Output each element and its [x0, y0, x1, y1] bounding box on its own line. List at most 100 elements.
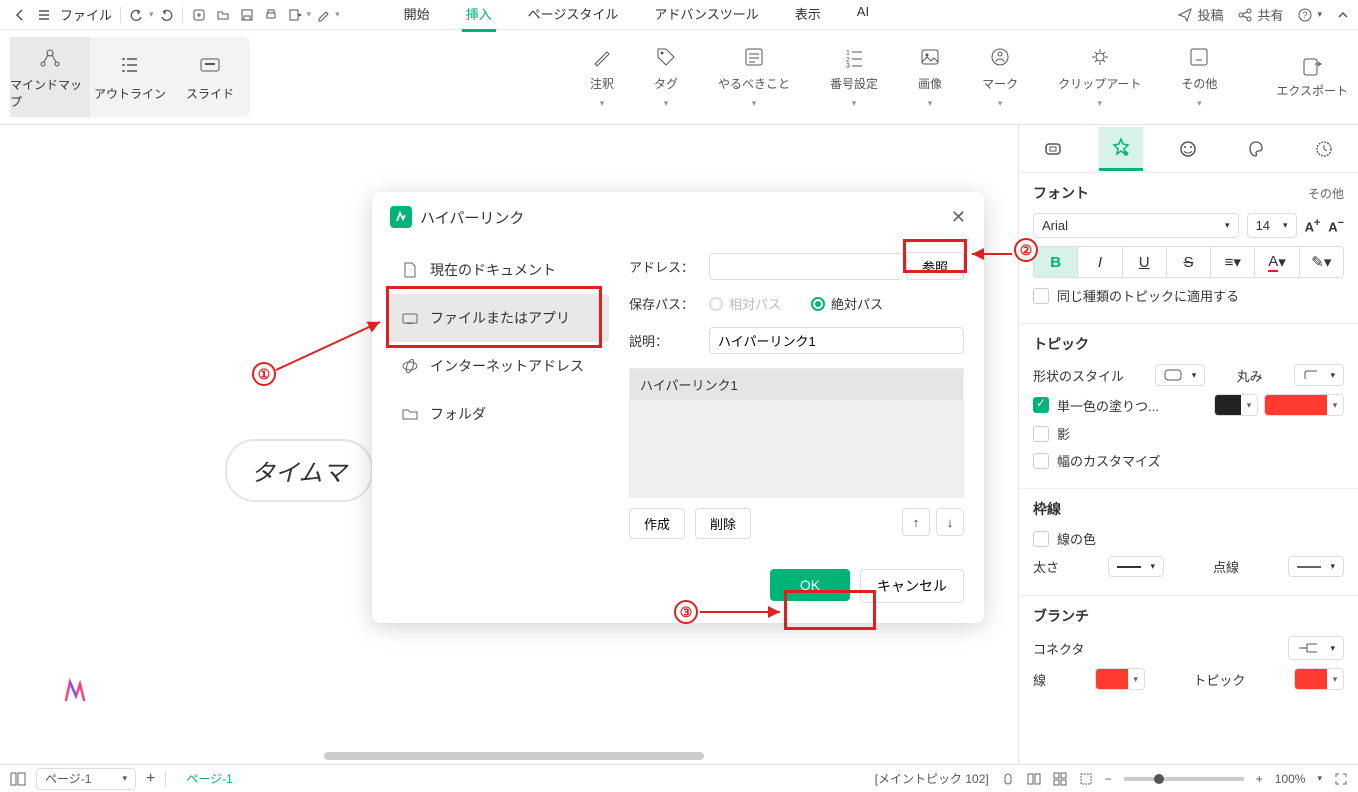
right-panel: › フォントその他 Arial▾ 14▾ A+ A− B I U S ≡▾ A▾…	[1018, 125, 1358, 764]
grid-icon[interactable]	[1053, 772, 1067, 786]
main-topic[interactable]: タイムマ	[225, 439, 373, 502]
mouse-icon[interactable]	[1001, 772, 1015, 786]
move-down-icon[interactable]: ↓	[936, 508, 964, 536]
horizontal-scrollbar[interactable]	[324, 752, 704, 760]
address-input[interactable]	[709, 253, 902, 280]
zoom-value[interactable]: 100%	[1275, 772, 1306, 786]
fit-icon[interactable]	[1079, 772, 1093, 786]
tab-current-doc[interactable]: 現在のドキュメント	[388, 246, 609, 294]
panel-tab-icon[interactable]	[1166, 127, 1210, 171]
edit-menu-icon[interactable]	[311, 3, 335, 27]
link-list-item[interactable]: ハイパーリンク1	[630, 369, 963, 400]
roundness-select[interactable]: ▾	[1294, 364, 1344, 386]
share-button[interactable]: 共有	[1237, 5, 1283, 24]
ok-button[interactable]: OK	[770, 569, 850, 601]
zoom-out-icon[interactable]: −	[1105, 772, 1112, 786]
panel-tab-layout[interactable]	[1031, 127, 1075, 171]
highlight-button[interactable]: ✎▾	[1300, 247, 1343, 277]
tab-view[interactable]: 表示	[791, 0, 825, 32]
tab-start[interactable]: 開始	[400, 0, 434, 32]
ribbon-todo[interactable]: やるべきこと▾	[718, 45, 790, 109]
thickness-select[interactable]: ▾	[1108, 556, 1164, 577]
ribbon-tag[interactable]: タグ▾	[654, 45, 678, 109]
bold-button[interactable]: B	[1034, 247, 1078, 277]
font-size-select[interactable]: 14▾	[1247, 213, 1297, 238]
view-outline[interactable]: アウトライン	[90, 37, 170, 117]
font-color-button[interactable]: A▾	[1255, 247, 1299, 277]
shape-style-select[interactable]: ▾	[1155, 364, 1205, 386]
top-toolbar: ファイル ▾ ▾ ▾ 開始 挿入 ページスタイル アドバンスツール 表示 AI …	[0, 0, 1358, 30]
new-icon[interactable]	[187, 3, 211, 27]
branch-line-color[interactable]: ▾	[1095, 668, 1145, 690]
strike-button[interactable]: S	[1167, 247, 1211, 277]
tab-insert[interactable]: 挿入	[462, 0, 496, 32]
undo-icon[interactable]	[125, 3, 149, 27]
align-button[interactable]: ≡▾	[1211, 247, 1255, 277]
close-icon[interactable]: ✕	[951, 207, 966, 228]
view-slide[interactable]: スライド	[170, 37, 250, 117]
tab-folder[interactable]: フォルダ	[388, 390, 609, 438]
fill-color-2[interactable]: ▾	[1264, 394, 1344, 416]
fill-color-1[interactable]: ▾	[1214, 394, 1258, 416]
collapse-ribbon-icon[interactable]	[1336, 8, 1350, 22]
fill-checkbox[interactable]	[1033, 397, 1049, 413]
description-input[interactable]	[709, 327, 964, 354]
font-family-select[interactable]: Arial▾	[1033, 213, 1239, 238]
line-color-checkbox[interactable]	[1033, 531, 1049, 547]
create-button[interactable]: 作成	[629, 508, 685, 539]
add-page-icon[interactable]: +	[146, 770, 155, 788]
page-select[interactable]: ページ-1▾	[36, 768, 136, 790]
apply-same-checkbox[interactable]	[1033, 288, 1049, 304]
ribbon-clipart[interactable]: クリップアート▾	[1058, 45, 1141, 109]
save-icon[interactable]	[235, 3, 259, 27]
panel-tab-history[interactable]	[1302, 127, 1346, 171]
menu-icon[interactable]	[32, 3, 56, 27]
page-tab[interactable]: ページ-1	[176, 766, 242, 791]
tab-internet[interactable]: インターネットアドレス	[388, 342, 609, 390]
print-icon[interactable]	[259, 3, 283, 27]
tab-pagestyle[interactable]: ページスタイル	[524, 0, 623, 32]
tab-advanced[interactable]: アドバンスツール	[650, 0, 762, 32]
font-decrease-icon[interactable]: A−	[1328, 217, 1344, 234]
cancel-button[interactable]: キャンセル	[860, 569, 964, 603]
branch-topic-color[interactable]: ▾	[1294, 668, 1344, 690]
view-mindmap[interactable]: マインドマップ	[10, 37, 90, 117]
pages-panel-icon[interactable]	[10, 772, 26, 786]
ribbon-mark[interactable]: マーク▾	[982, 45, 1018, 109]
zoom-slider[interactable]	[1124, 777, 1244, 781]
italic-button[interactable]: I	[1078, 247, 1122, 277]
tab-ai[interactable]: AI	[853, 0, 873, 32]
shadow-checkbox[interactable]	[1033, 426, 1049, 442]
ribbon-numbering[interactable]: 123番号設定▾	[830, 45, 878, 109]
absolute-radio[interactable]	[811, 297, 825, 311]
panel-tab-style[interactable]	[1099, 127, 1143, 171]
underline-button[interactable]: U	[1123, 247, 1167, 277]
ai-badge-icon[interactable]	[62, 678, 88, 704]
dotted-select[interactable]: ▾	[1288, 556, 1344, 577]
tab-file-or-app[interactable]: ファイルまたはアプリ	[388, 294, 609, 342]
move-up-icon[interactable]: ↑	[902, 508, 930, 536]
file-menu[interactable]: ファイル	[60, 5, 112, 24]
post-button[interactable]: 投稿	[1177, 5, 1223, 24]
ribbon-image[interactable]: 画像▾	[918, 45, 942, 109]
browse-button[interactable]: 参照	[906, 252, 964, 280]
layout-icon[interactable]	[1027, 772, 1041, 786]
font-other-link[interactable]: その他	[1308, 185, 1344, 202]
zoom-in-icon[interactable]: +	[1256, 772, 1263, 786]
ribbon-more[interactable]: その他▾	[1181, 45, 1217, 109]
export-menu-icon[interactable]	[283, 3, 307, 27]
link-list[interactable]: ハイパーリンク1	[629, 368, 964, 498]
delete-button[interactable]: 削除	[695, 508, 751, 539]
export-button[interactable]: エクスポート	[1276, 56, 1348, 99]
panel-collapse-icon[interactable]: ›	[1018, 153, 1019, 181]
width-custom-checkbox[interactable]	[1033, 453, 1049, 469]
help-icon[interactable]: ?▾	[1297, 7, 1322, 23]
connector-select[interactable]: ▾	[1288, 636, 1344, 660]
ribbon-note[interactable]: 注釈▾	[590, 45, 614, 109]
redo-icon[interactable]	[154, 3, 178, 27]
fullscreen-icon[interactable]	[1334, 772, 1348, 786]
font-increase-icon[interactable]: A+	[1305, 217, 1321, 234]
panel-tab-theme[interactable]	[1234, 127, 1278, 171]
back-icon[interactable]	[8, 3, 32, 27]
open-icon[interactable]	[211, 3, 235, 27]
